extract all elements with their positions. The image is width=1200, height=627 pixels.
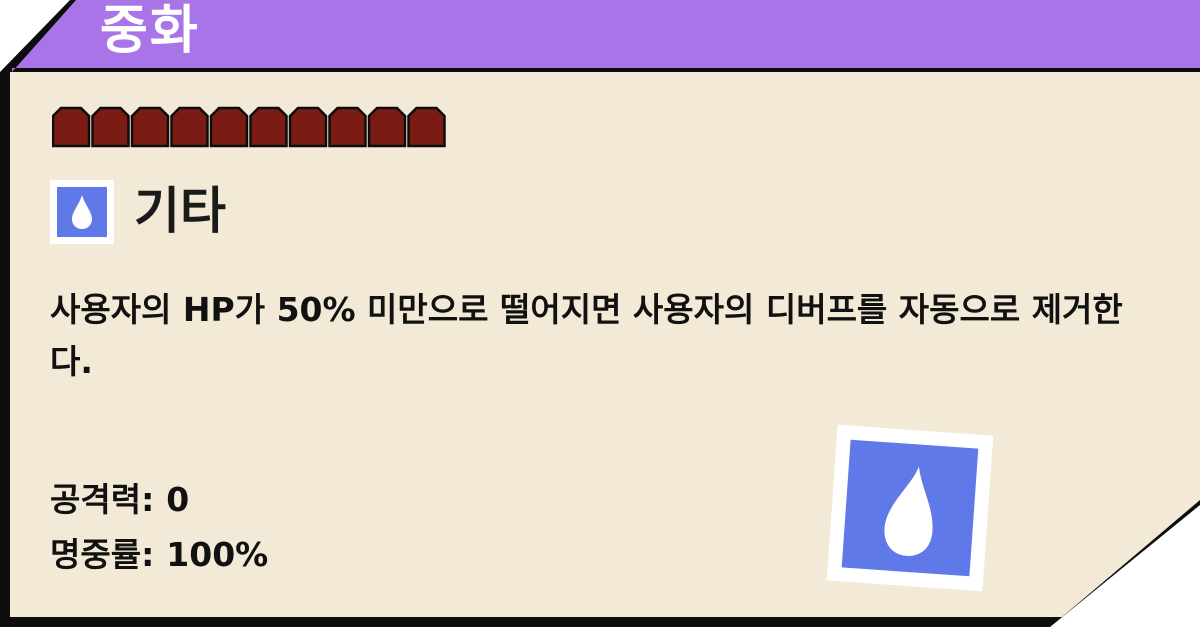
type-label: 기타 [134,182,226,240]
move-card: 중화 기타 사용자의 HP가 50% 미만으로 떨어지면 사용자의 디버프를 자… [0,0,1200,627]
pp-pip [91,106,130,148]
power-stat: 공격력: 0 [50,478,189,522]
type-badge [50,180,114,244]
water-drop-icon [72,195,92,229]
pp-pip [130,106,170,148]
pp-pip [209,106,249,148]
pp-pip [288,106,328,148]
pp-indicator [52,106,446,148]
pp-pip [367,106,407,148]
water-drop-icon [884,466,933,556]
accuracy-stat: 명중률: 100% [50,533,268,577]
pp-pip [170,106,209,148]
pp-pip [52,106,91,148]
accuracy-label: 명중률: [50,535,155,574]
pp-pip [407,106,446,148]
power-value: 0 [166,480,190,519]
accuracy-value: 100% [166,535,269,574]
pp-pip [249,106,288,148]
move-name: 중화 [100,1,200,61]
pp-pip [328,106,367,148]
power-label: 공격력: [50,480,155,519]
large-type-icon [826,424,994,592]
move-description: 사용자의 HP가 50% 미만으로 떨어지면 사용자의 디버프를 자동으로 제거… [50,290,1123,381]
